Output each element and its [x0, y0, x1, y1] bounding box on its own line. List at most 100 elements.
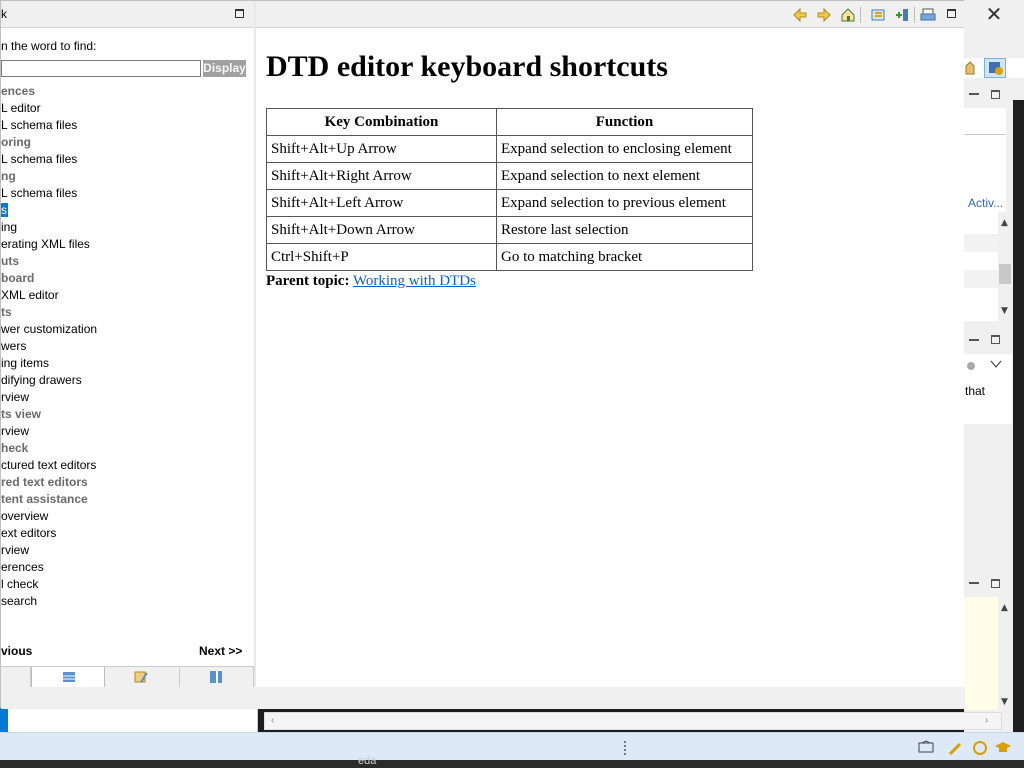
search-result-label: erences — [1, 560, 44, 574]
minimize-icon[interactable] — [969, 93, 979, 95]
close-icon[interactable]: ✕ — [984, 4, 1004, 24]
background-scrollbar[interactable]: ▲ ▼ — [998, 212, 1012, 322]
search-result-item[interactable]: overview — [1, 508, 254, 525]
help-toolbar — [256, 1, 964, 28]
search-result-item[interactable]: ing — [1, 219, 254, 236]
search-result-item[interactable]: rview — [1, 423, 254, 440]
search-result-item[interactable]: oring — [1, 134, 254, 151]
scroll-right-icon[interactable]: › — [985, 715, 988, 726]
scroll-left-icon[interactable]: ‹ — [271, 715, 274, 726]
back-icon[interactable] — [792, 7, 808, 23]
search-result-item[interactable]: L schema files — [1, 151, 254, 168]
search-result-item[interactable]: ctured text editors — [1, 457, 254, 474]
search-result-item[interactable]: ences — [1, 83, 254, 100]
search-result-label: board — [1, 271, 35, 285]
maximize-icon[interactable] — [235, 9, 244, 18]
search-pane-title: k — [1, 7, 7, 21]
previous-link[interactable]: vious — [1, 644, 32, 658]
gear-icon[interactable] — [965, 360, 979, 372]
search-result-item[interactable]: XML editor — [1, 287, 254, 304]
search-result-item[interactable]: ext editors — [1, 525, 254, 542]
trim-icon[interactable] — [918, 740, 936, 754]
minimize-icon[interactable] — [969, 339, 979, 341]
maximize-icon[interactable] — [991, 579, 1000, 588]
sash-handle[interactable] — [624, 741, 626, 755]
taskbar-item[interactable]: eda — [358, 755, 376, 767]
maximize-icon[interactable] — [991, 335, 1000, 344]
table-header-row: Key Combination Function — [266, 108, 753, 136]
scroll-up-icon[interactable]: ▲ — [1001, 603, 1008, 613]
search-result-label: wers — [1, 339, 27, 353]
search-result-item[interactable]: wer customization — [1, 321, 254, 338]
background-tool-icon[interactable] — [964, 60, 976, 76]
search-result-item[interactable]: difying drawers — [1, 372, 254, 389]
search-result-item[interactable]: l check — [1, 576, 254, 593]
background-scrollbar[interactable]: ▲ ▼ — [998, 597, 1012, 710]
table-row: Shift+Alt+Right Arrow Expand selection t… — [266, 162, 753, 190]
tab-index[interactable] — [31, 667, 105, 688]
search-result-item[interactable]: uts — [1, 253, 254, 270]
parent-topic-link[interactable]: Working with DTDs — [353, 273, 476, 289]
print-icon[interactable] — [920, 7, 936, 23]
search-result-item[interactable]: L editor — [1, 100, 254, 117]
java-perspective-button[interactable] — [984, 58, 1006, 78]
search-result-label: search — [1, 594, 38, 608]
parent-topic: Parent topic: Working with DTDs — [266, 273, 476, 290]
parent-topic-label: Parent topic: — [266, 273, 350, 289]
search-result-label: tent assistance — [1, 492, 88, 506]
search-result-item[interactable]: red text editors — [1, 474, 254, 491]
search-result-item[interactable]: ng — [1, 168, 254, 185]
next-link[interactable]: Next >> — [199, 644, 242, 658]
search-result-item[interactable]: rview — [1, 389, 254, 406]
search-result-item[interactable]: erating XML files — [1, 236, 254, 253]
magic-wand-icon[interactable] — [948, 740, 964, 756]
search-result-item[interactable]: heck — [1, 440, 254, 457]
function-cell: Restore last selection — [496, 216, 753, 244]
table-row: Ctrl+Shift+P Go to matching bracket — [266, 243, 753, 271]
minimize-icon[interactable] — [969, 582, 979, 584]
maximize-icon[interactable] — [991, 90, 1000, 99]
search-result-item[interactable]: board — [1, 270, 254, 287]
search-result-item[interactable]: tent assistance — [1, 491, 254, 508]
column-header: Key Combination — [266, 108, 497, 136]
forward-icon[interactable] — [816, 7, 832, 23]
scroll-thumb[interactable] — [999, 264, 1011, 284]
background-editor — [964, 597, 998, 710]
chevron-down-icon[interactable] — [990, 360, 1002, 368]
graduation-cap-icon[interactable] — [994, 740, 1012, 756]
search-input[interactable] — [1, 60, 201, 77]
search-result-item[interactable]: wers — [1, 338, 254, 355]
tab-search[interactable] — [105, 667, 180, 688]
search-result-label: ts — [1, 305, 12, 319]
help-window: k n the word to find: Display ences L edi… — [0, 0, 965, 709]
search-result-item[interactable]: ing items — [1, 355, 254, 372]
horizontal-scrollbar[interactable]: ‹ › — [264, 712, 1002, 730]
search-result-item[interactable]: L schema files — [1, 185, 254, 202]
search-result-item[interactable]: ts — [1, 304, 254, 321]
show-in-contents-icon[interactable] — [870, 7, 886, 23]
display-button[interactable]: Display — [203, 60, 246, 77]
scroll-down-icon[interactable]: ▼ — [1001, 306, 1008, 316]
tab-contents[interactable] — [1, 667, 31, 688]
search-result-label: erating XML files — [1, 237, 90, 251]
search-result-item[interactable]: erences — [1, 559, 254, 576]
help-status-strip — [1, 687, 965, 709]
tab-bookmarks[interactable] — [180, 667, 254, 688]
home-icon[interactable] — [840, 7, 856, 23]
background-input-area[interactable] — [0, 708, 258, 732]
search-result-item[interactable]: rview — [1, 542, 254, 559]
search-result-item[interactable]: s — [1, 202, 254, 219]
search-result-item[interactable]: L schema files — [1, 117, 254, 134]
maximize-icon[interactable] — [947, 9, 956, 18]
scroll-up-icon[interactable]: ▲ — [1001, 218, 1008, 228]
search-result-label: ing — [1, 220, 18, 234]
search-result-label: L schema files — [1, 152, 78, 166]
search-result-item[interactable]: ts view — [1, 406, 254, 423]
smiley-icon[interactable] — [972, 740, 988, 756]
search-pane: k n the word to find: Display ences L edi… — [1, 1, 254, 688]
table-row: Shift+Alt+Down Arrow Restore last select… — [266, 216, 753, 244]
scroll-down-icon[interactable]: ▼ — [1001, 697, 1008, 707]
bookmark-document-icon[interactable] — [894, 7, 910, 23]
search-result-item[interactable]: search — [1, 593, 254, 610]
search-result-label: L schema files — [1, 118, 78, 132]
